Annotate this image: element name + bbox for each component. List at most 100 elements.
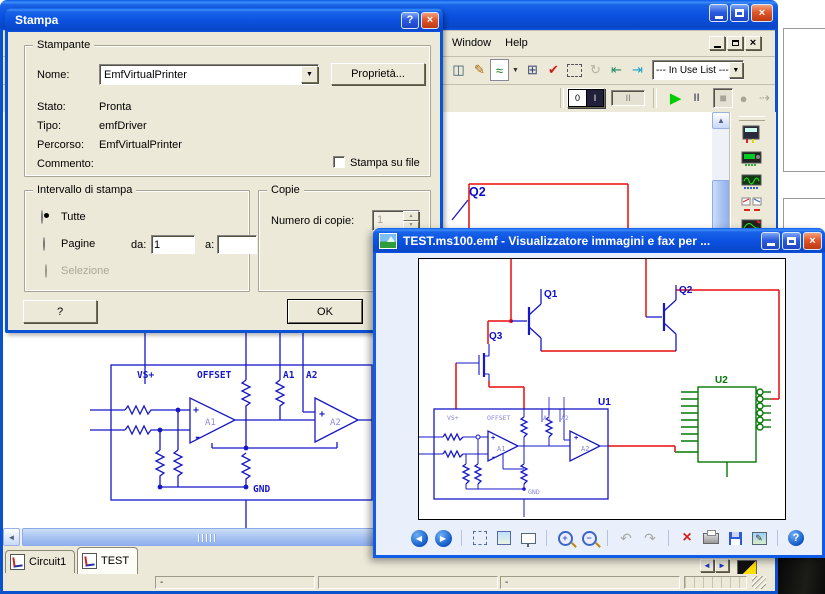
status-cell-2 (318, 576, 498, 589)
minimize-icon[interactable] (709, 4, 728, 22)
dialog-help-icon[interactable]: ? (401, 12, 419, 29)
menu-window[interactable]: Window (445, 35, 498, 51)
range-all-label[interactable]: Tutte (61, 211, 86, 223)
forward-annotate-icon[interactable]: ⇥ (627, 60, 648, 80)
printer-name-combobox[interactable]: EmfVirtualPrinter ▼ (99, 64, 319, 85)
component-wizard-icon[interactable]: ✎ (469, 60, 490, 80)
dialog-help-button[interactable]: ? (23, 300, 97, 323)
tab-test[interactable]: TEST (77, 547, 138, 574)
svg-text:A1: A1 (497, 445, 505, 453)
database-manager-icon[interactable]: ◫ (448, 60, 469, 80)
save-image-icon[interactable] (726, 529, 744, 547)
in-use-list-dropdown-icon[interactable]: ▼ (729, 62, 743, 78)
print-image-icon[interactable] (702, 529, 720, 547)
oscilloscope-icon[interactable] (739, 196, 765, 216)
slideshow-icon[interactable] (519, 529, 537, 547)
in-use-list-combobox[interactable]: --- In Use List --- ▼ (652, 60, 744, 80)
printer-type-value: emfDriver (99, 120, 147, 132)
pages-to-label: a: (205, 239, 214, 251)
tab-scroll-left-icon[interactable]: ◄ (700, 559, 714, 572)
status-cell-ticks (684, 576, 747, 589)
svg-text:A2: A2 (330, 418, 341, 428)
desktop-dark-corner (778, 556, 825, 594)
svg-text:+: + (319, 409, 325, 420)
delete-image-icon[interactable]: × (678, 529, 696, 547)
in-use-list-value: --- In Use List --- (653, 65, 729, 76)
viewer-titlebar[interactable]: TEST.ms100.emf - Visualizzatore immagini… (373, 228, 825, 253)
svg-text:GND: GND (528, 488, 540, 496)
erc-check-icon[interactable]: ✔ (543, 60, 564, 80)
scroll-up-icon[interactable]: ▲ (712, 112, 730, 129)
printer-status-value: Pronta (99, 101, 131, 113)
svg-text:VS+: VS+ (447, 414, 459, 422)
range-pages-label[interactable]: Pagine (61, 238, 95, 250)
actual-size-icon[interactable] (495, 529, 513, 547)
grapher-dropdown-icon[interactable]: ▼ (509, 67, 522, 74)
printer-path-value: EmfVirtualPrinter (99, 139, 182, 151)
print-to-file-checkbox[interactable] (333, 156, 345, 168)
best-fit-icon[interactable] (471, 529, 489, 547)
spinner-up-icon: ▲ (403, 211, 419, 221)
viewer-maximize-icon[interactable] (782, 232, 801, 250)
horizontal-scroll-thumb[interactable] (22, 528, 392, 546)
resize-grip[interactable] (752, 576, 766, 589)
viewer-title: TEST.ms100.emf - Visualizzatore immagini… (403, 234, 759, 248)
svg-text:-: - (194, 430, 201, 444)
print-range-legend: Intervallo di stampa (33, 184, 136, 196)
maximize-icon[interactable] (730, 4, 749, 22)
ok-button[interactable]: OK (288, 300, 362, 323)
print-dialog-title: Stampa (15, 13, 399, 27)
pause-simulation-icon[interactable]: II (686, 88, 707, 108)
tab-circuit1-label: Circuit1 (29, 556, 66, 568)
viewer-minimize-icon[interactable] (761, 232, 780, 250)
multimeter-icon[interactable] (739, 124, 765, 144)
range-all-radio[interactable] (41, 210, 43, 224)
pages-from-input[interactable] (151, 235, 195, 254)
power-switch[interactable]: 0 I (567, 88, 605, 108)
previous-image-icon[interactable]: ◀ (410, 529, 428, 547)
range-pages-radio[interactable] (43, 237, 45, 251)
toolbar-grip[interactable] (739, 116, 765, 121)
mdi-close-icon[interactable]: × (745, 36, 761, 50)
printer-group: Stampante Nome: EmfVirtualPrinter ▼ Prop… (24, 45, 431, 177)
tab-scroll-right-icon[interactable]: ► (715, 559, 729, 572)
zoom-out-icon[interactable]: − (580, 529, 598, 547)
menu-help[interactable]: Help (498, 35, 535, 51)
zoom-in-icon[interactable]: + (556, 529, 574, 547)
viewer-close-icon[interactable]: × (803, 232, 822, 250)
tab-circuit1[interactable]: Circuit1 (5, 550, 75, 573)
svg-text:+: + (193, 405, 199, 416)
run-simulation-icon[interactable]: ▶ (665, 88, 686, 108)
pause-switch[interactable]: II (611, 90, 645, 106)
back-annotate-icon[interactable]: ⇤ (606, 60, 627, 80)
wattmeter-icon[interactable] (739, 173, 765, 193)
svg-text:GND: GND (253, 484, 270, 495)
viewer-help-icon[interactable]: ? (787, 529, 805, 547)
svg-text:Q2: Q2 (679, 285, 693, 296)
mdi-minimize-icon[interactable] (709, 36, 725, 50)
print-dialog-titlebar[interactable]: Stampa ? × (5, 8, 443, 32)
function-generator-icon[interactable] (739, 149, 765, 169)
svg-text:VS+: VS+ (137, 370, 154, 381)
dialog-close-icon[interactable]: × (421, 12, 439, 29)
print-to-file-label: Stampa su file (350, 157, 420, 169)
capture-area-icon[interactable] (564, 60, 585, 80)
status-cell-3: - (500, 576, 680, 589)
mdi-restore-icon[interactable] (727, 36, 743, 50)
edit-image-icon[interactable]: ✎ (750, 529, 768, 547)
pages-to-input[interactable] (217, 235, 257, 254)
properties-button[interactable]: Proprietà... (331, 63, 425, 85)
grapher-icon[interactable]: ≈ (490, 59, 509, 81)
scroll-left-icon[interactable]: ◄ (3, 528, 20, 546)
svg-text:Q3: Q3 (489, 331, 503, 342)
rotate-clockwise-icon: ↷ (641, 529, 659, 547)
spreadsheet-icon[interactable]: ⊞ (522, 60, 543, 80)
tab-test-label: TEST (101, 555, 129, 567)
next-image-icon[interactable]: ▶ (434, 529, 452, 547)
printer-name-dropdown-icon[interactable]: ▼ (301, 66, 318, 83)
printer-status-label: Stato: (37, 101, 66, 113)
svg-text:Q2: Q2 (469, 185, 486, 199)
close-icon[interactable]: × (751, 4, 773, 22)
svg-text:OFFSET: OFFSET (487, 414, 511, 422)
step-icon: ⇢ (754, 88, 775, 108)
